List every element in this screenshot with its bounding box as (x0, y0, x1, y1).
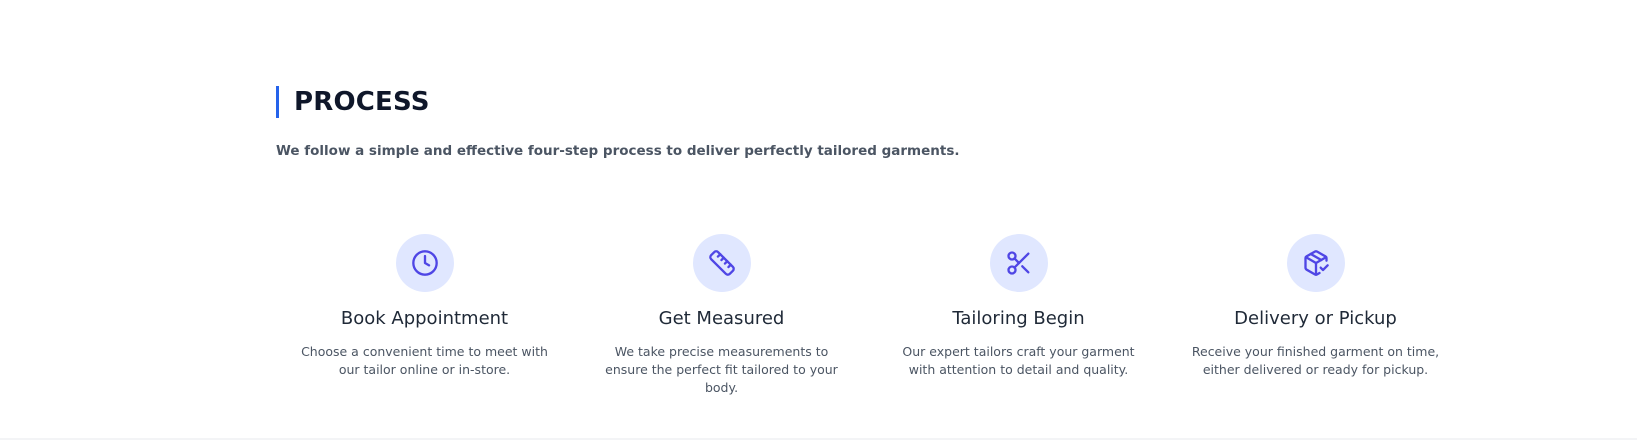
step-description: Choose a convenient time to meet with ou… (301, 344, 548, 377)
step-description: We take precise measurements to ensure t… (605, 344, 838, 395)
step-description: Our expert tailors craft your garment wi… (902, 344, 1135, 377)
process-steps: Book Appointment Choose a convenient tim… (276, 234, 1464, 397)
section-heading: PROCESS (276, 86, 430, 118)
ruler-icon (692, 234, 751, 292)
step-title: Get Measured (658, 308, 785, 329)
step-description: Receive your finished garment on time, e… (1191, 344, 1440, 377)
step-title: Book Appointment (340, 308, 509, 329)
step-title: Delivery or Pickup (1234, 308, 1397, 329)
page-title: PROCESS (294, 87, 430, 117)
section-subtitle: We follow a simple and effective four-st… (276, 143, 960, 159)
package-check-icon (1286, 234, 1345, 292)
step-book-appointment: Book Appointment Choose a convenient tim… (276, 234, 573, 397)
step-get-measured: Get Measured We take precise measurement… (573, 234, 870, 397)
step-tailoring-begin: Tailoring Begin Our expert tailors craft… (870, 234, 1167, 397)
scissors-icon (989, 234, 1048, 292)
clock-icon (395, 234, 454, 292)
step-delivery-or-pickup: Delivery or Pickup Receive your finished… (1167, 234, 1464, 397)
process-section: PROCESS We follow a simple and effective… (0, 0, 1637, 440)
heading-accent-bar (276, 86, 279, 118)
step-title: Tailoring Begin (952, 308, 1085, 329)
